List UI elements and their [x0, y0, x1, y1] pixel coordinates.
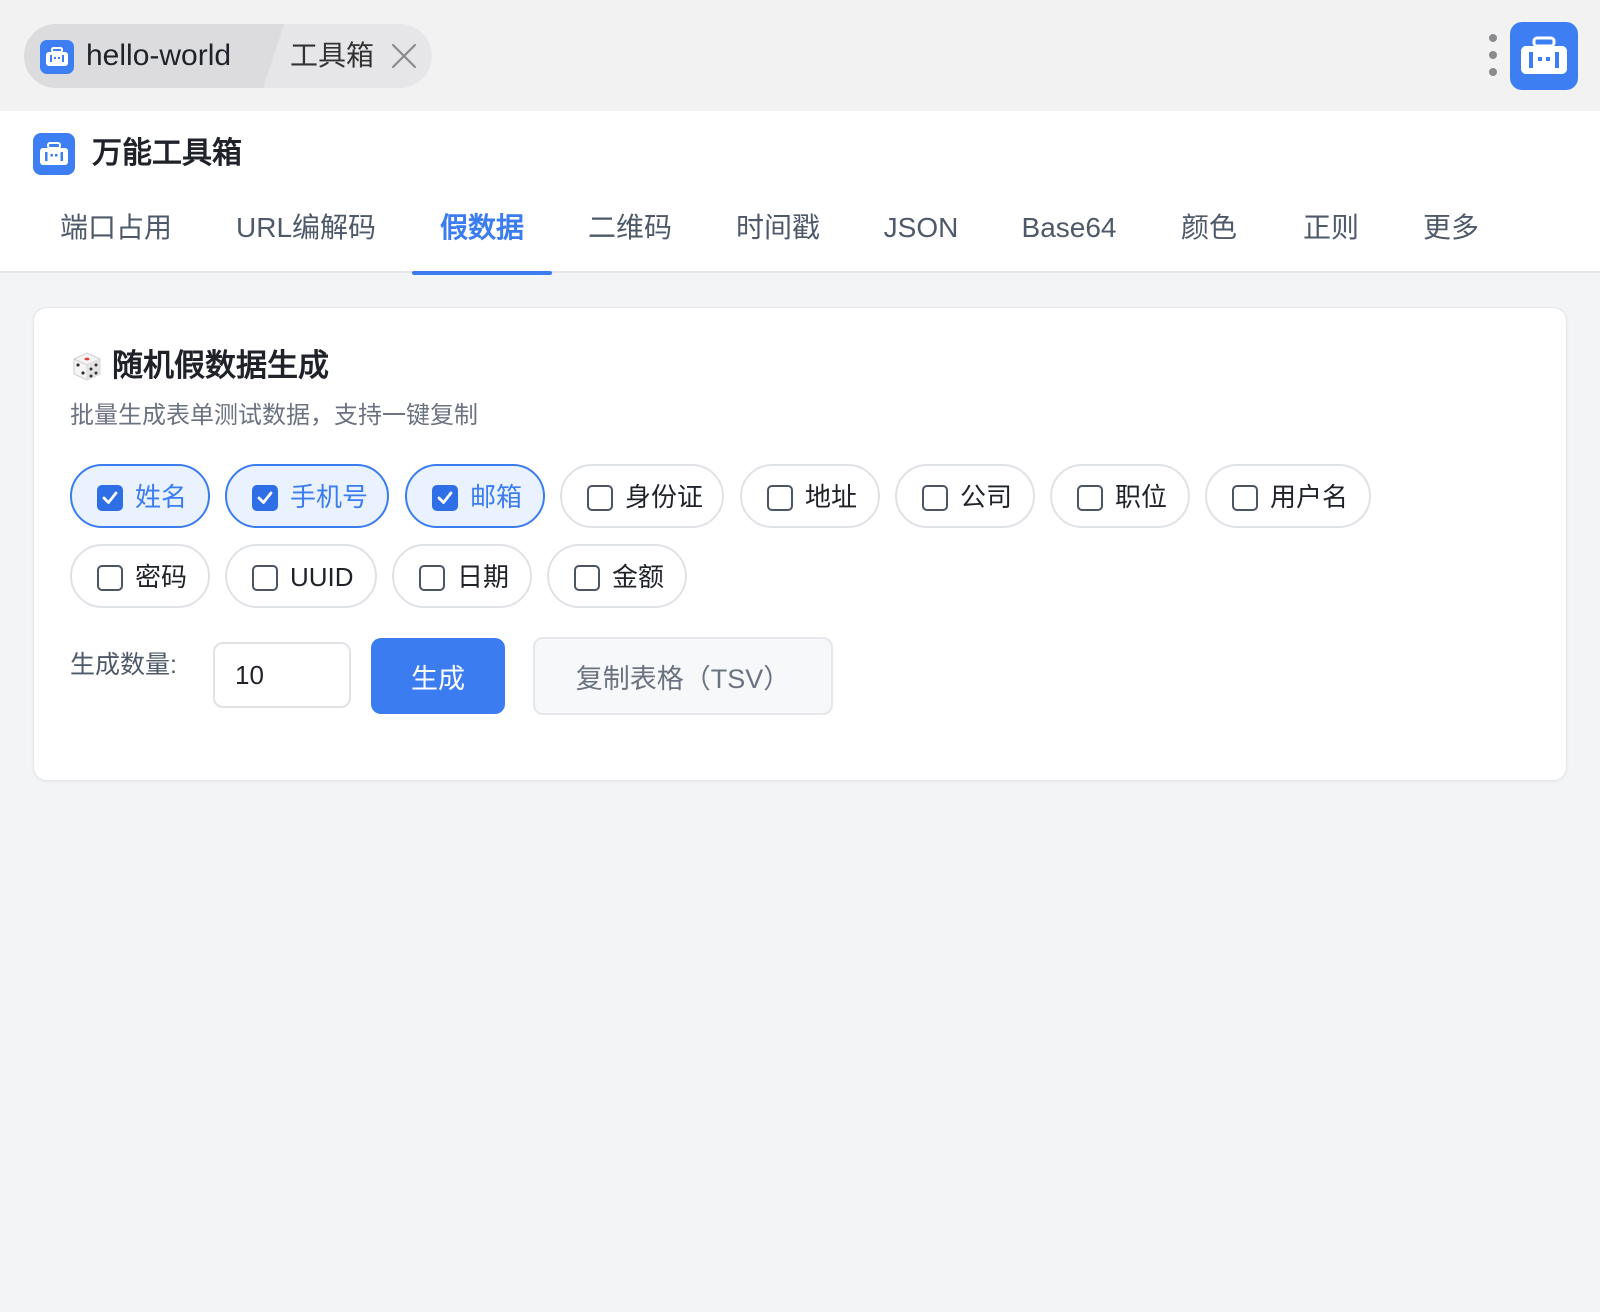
field-chip-address[interactable]: 地址	[740, 464, 880, 528]
checkbox-unchecked-icon[interactable]	[252, 565, 278, 591]
field-label: 姓名	[135, 482, 188, 512]
field-chip-company[interactable]: 公司	[895, 464, 1035, 528]
field-label: UUID	[290, 562, 354, 592]
field-label: 用户名	[1270, 482, 1349, 512]
checkbox-checked-icon[interactable]	[252, 485, 278, 511]
card-subtitle: 批量生成表单测试数据，支持一键复制	[70, 402, 478, 429]
checkbox-unchecked-icon[interactable]	[419, 565, 445, 591]
checkbox-checked-icon[interactable]	[432, 485, 458, 511]
field-label: 地址	[805, 482, 858, 512]
tab-base64[interactable]: Base64	[1020, 193, 1118, 273]
tab-bar: 端口占用 URL编解码 假数据 二维码 时间戳 JSON Base64 颜色 正…	[0, 193, 1600, 275]
field-label: 手机号	[290, 482, 369, 512]
field-label: 职位	[1115, 482, 1168, 512]
field-label: 公司	[960, 482, 1013, 512]
field-label: 身份证	[625, 482, 704, 512]
checkbox-unchecked-icon[interactable]	[767, 485, 793, 511]
more-menu-icon[interactable]	[1478, 32, 1508, 78]
count-input[interactable]	[213, 642, 351, 708]
tab-qrcode[interactable]: 二维码	[588, 193, 672, 273]
field-label: 日期	[457, 562, 510, 592]
field-label: 金额	[612, 562, 665, 592]
field-label: 密码	[135, 562, 188, 592]
toolbox-icon	[40, 40, 74, 74]
breadcrumb-tool-name[interactable]: 工具箱	[290, 38, 374, 74]
tab-color[interactable]: 颜色	[1180, 193, 1238, 273]
checkbox-unchecked-icon[interactable]	[574, 565, 600, 591]
card-heading: 随机假数据生成	[70, 346, 329, 386]
copy-tsv-button[interactable]: 复制表格（TSV）	[533, 637, 833, 715]
field-chip-username[interactable]: 用户名	[1205, 464, 1371, 528]
field-chip-position[interactable]: 职位	[1050, 464, 1190, 528]
checkbox-unchecked-icon[interactable]	[922, 485, 948, 511]
app-header: 万能工具箱 端口占用 URL编解码 假数据 二维码 时间戳 JSON Base6…	[0, 111, 1600, 275]
field-chip-amount[interactable]: 金额	[547, 544, 687, 608]
tab-url-codec[interactable]: URL编解码	[236, 193, 376, 273]
tab-regex[interactable]: 正则	[1302, 193, 1360, 273]
tab-timestamp[interactable]: 时间戳	[736, 193, 820, 273]
checkbox-unchecked-icon[interactable]	[1232, 485, 1258, 511]
field-chip-password[interactable]: 密码	[70, 544, 210, 608]
close-icon[interactable]	[386, 38, 422, 74]
tab-more[interactable]: 更多	[1422, 193, 1480, 273]
window-titlebar: hello-world 工具箱	[0, 0, 1600, 111]
toolbox-icon	[1521, 36, 1567, 74]
breadcrumb-app-name: hello-world	[86, 39, 232, 72]
field-chip-date[interactable]: 日期	[392, 544, 532, 608]
tab-fake-data[interactable]: 假数据	[412, 193, 552, 275]
field-chip-uuid[interactable]: UUID	[225, 544, 377, 608]
count-label: 生成数量:	[70, 651, 177, 679]
checkbox-unchecked-icon[interactable]	[587, 485, 613, 511]
app-logo-icon	[33, 133, 75, 175]
checkbox-unchecked-icon[interactable]	[1077, 485, 1103, 511]
dice-icon	[73, 352, 101, 381]
field-label: 邮箱	[470, 482, 523, 512]
page-title: 万能工具箱	[92, 137, 242, 170]
field-chip-email[interactable]: 邮箱	[405, 464, 545, 528]
generate-button[interactable]: 生成	[371, 638, 505, 714]
field-chip-phone[interactable]: 手机号	[225, 464, 389, 528]
breadcrumb-app-segment[interactable]: hello-world	[24, 24, 284, 88]
breadcrumb: hello-world 工具箱	[24, 24, 432, 88]
checkbox-checked-icon[interactable]	[97, 485, 123, 511]
app-launcher-button[interactable]	[1510, 22, 1578, 90]
card-title: 随机假数据生成	[112, 348, 329, 383]
field-chip-id-card[interactable]: 身份证	[560, 464, 724, 528]
tab-port-usage[interactable]: 端口占用	[60, 193, 172, 273]
tab-json[interactable]: JSON	[882, 193, 960, 273]
field-chip-name[interactable]: 姓名	[70, 464, 210, 528]
fake-data-card: 随机假数据生成 批量生成表单测试数据，支持一键复制 姓名 手机号 邮箱 身份证 …	[33, 307, 1567, 781]
checkbox-unchecked-icon[interactable]	[97, 565, 123, 591]
